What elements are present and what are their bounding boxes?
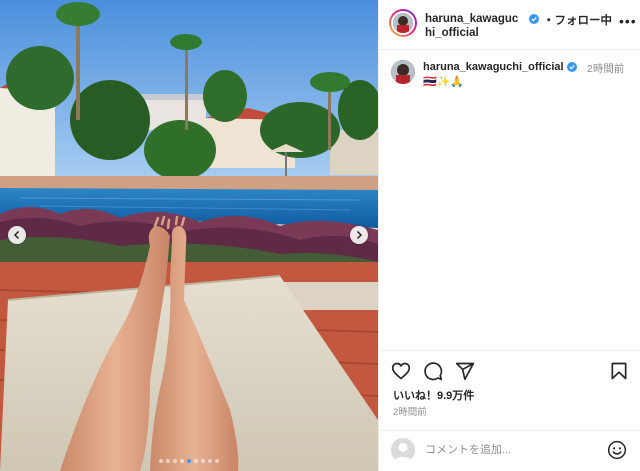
carousel-dot	[159, 459, 163, 463]
post-header: haruna_kawaguchi_official ・フォロー中 •••	[379, 0, 640, 50]
emoji-icon[interactable]	[607, 440, 627, 460]
following-button[interactable]: ・フォロー中	[543, 12, 612, 28]
comment-icon[interactable]	[423, 361, 443, 381]
carousel-dot	[208, 459, 212, 463]
comment-input[interactable]	[425, 441, 595, 459]
carousel-dot	[201, 459, 205, 463]
chevron-right-icon	[356, 230, 363, 240]
caption-timestamp: 2時間前	[587, 63, 625, 75]
avatar-photo	[391, 60, 415, 84]
default-user-icon	[391, 438, 415, 462]
carousel-indicator	[0, 459, 378, 463]
bookmark-icon[interactable]	[609, 361, 629, 381]
post-sidebar: haruna_kawaguchi_official ・フォロー中 ••• har…	[378, 0, 640, 471]
heart-icon[interactable]	[391, 361, 411, 381]
verified-icon	[567, 62, 577, 72]
post-timestamp: 2時間前	[393, 407, 427, 418]
carousel-dot	[173, 459, 177, 463]
carousel-dot	[166, 459, 170, 463]
more-options-icon[interactable]: •••	[619, 13, 637, 29]
caption-username[interactable]: haruna_kawaguchi_official	[423, 61, 564, 73]
instagram-post-view: haruna_kawaguchi_official ・フォロー中 ••• har…	[0, 0, 640, 471]
post-actions: いいね！9.9万件 2時間前	[379, 350, 640, 430]
post-media[interactable]	[0, 0, 378, 471]
viewer-avatar	[391, 438, 415, 462]
carousel-dot	[187, 459, 191, 463]
chevron-left-icon	[13, 230, 20, 240]
carousel-dot	[215, 459, 219, 463]
author-avatar[interactable]	[389, 9, 417, 37]
comment-composer	[379, 430, 640, 471]
carousel-dot	[194, 459, 198, 463]
avatar-photo	[393, 13, 413, 33]
paper-plane-icon[interactable]	[455, 361, 475, 381]
caption-text: 🇹🇭✨🙏	[423, 76, 465, 88]
post-photo	[0, 0, 378, 471]
author-username[interactable]: haruna_kawaguchi_official	[425, 12, 525, 40]
carousel-prev-button[interactable]	[8, 226, 26, 244]
caption-avatar[interactable]	[391, 60, 415, 84]
carousel-next-button[interactable]	[350, 226, 368, 244]
likes-count[interactable]: いいね！9.9万件	[393, 387, 474, 403]
carousel-dot	[180, 459, 184, 463]
verified-icon	[529, 14, 539, 24]
